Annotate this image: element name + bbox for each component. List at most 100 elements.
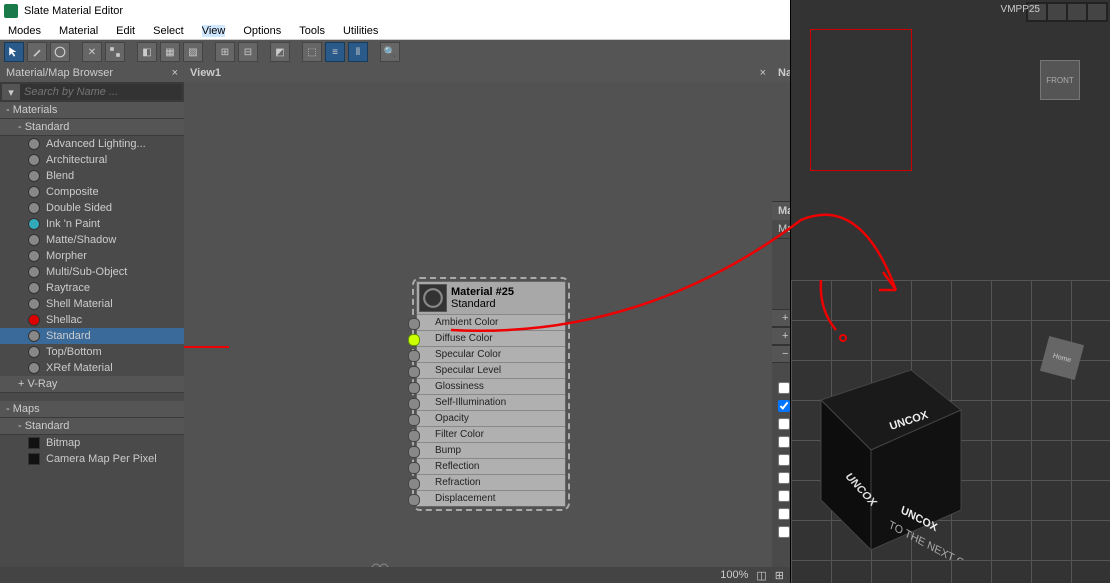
material-swatch-icon <box>28 314 40 326</box>
material-item-composite[interactable]: Composite <box>0 184 184 200</box>
map-swatch-icon <box>28 437 40 449</box>
material-node[interactable]: Material #25 Standard Ambient ColorDiffu… <box>412 277 570 511</box>
map-swatch-icon <box>28 453 40 465</box>
material-swatch-icon <box>28 298 40 310</box>
material-item-label: Multi/Sub-Object <box>46 266 127 278</box>
browser-close-icon[interactable]: × <box>172 67 178 79</box>
vp-tool-2[interactable] <box>1048 4 1066 20</box>
menu-material[interactable]: Material <box>59 25 98 37</box>
node-slot-bump[interactable]: Bump <box>417 442 565 458</box>
menu-tools[interactable]: Tools <box>299 25 325 37</box>
map-checkbox[interactable] <box>778 436 790 448</box>
group-vray[interactable]: + V-Ray <box>0 376 184 393</box>
node-slot-glossiness[interactable]: Glossiness <box>417 378 565 394</box>
material-item-label: Advanced Lighting... <box>46 138 146 150</box>
material-swatch-icon <box>28 234 40 246</box>
search-button[interactable]: 🔍 <box>380 42 400 62</box>
material-item-standard[interactable]: Standard <box>0 328 184 344</box>
menu-view[interactable]: View <box>202 25 226 37</box>
map-checkbox[interactable] <box>778 526 790 538</box>
material-item-xref-material[interactable]: XRef Material <box>0 360 184 376</box>
menu-options[interactable]: Options <box>243 25 281 37</box>
layout-children-button[interactable]: ⊟ <box>238 42 258 62</box>
layout-all-button[interactable]: ⊞ <box>215 42 235 62</box>
material-swatch-icon <box>28 250 40 262</box>
map-checkbox[interactable] <box>778 472 790 484</box>
material-item-label: Shellac <box>46 314 82 326</box>
vp-tool-3[interactable] <box>1068 4 1086 20</box>
mat-id-button[interactable]: ◩ <box>270 42 290 62</box>
material-swatch-icon <box>28 202 40 214</box>
map-item-camera-map-per-pixel[interactable]: Camera Map Per Pixel <box>0 451 184 467</box>
status-bar: 100% ◫ ⊞ <box>0 567 790 583</box>
node-slot-opacity[interactable]: Opacity <box>417 410 565 426</box>
material-item-label: Raytrace <box>46 282 90 294</box>
viewcube-front[interactable]: FRONT <box>1040 60 1080 100</box>
bottom-icon-2[interactable]: ⊞ <box>775 569 784 582</box>
scene-cube[interactable]: UNCOX UNCOX UNCOX TO THE NEXT GEN <box>801 320 981 560</box>
material-item-blend[interactable]: Blend <box>0 168 184 184</box>
menu-utilities[interactable]: Utilities <box>343 25 378 37</box>
view-close-icon[interactable]: × <box>760 67 766 79</box>
material-item-label: Composite <box>46 186 99 198</box>
menu-edit[interactable]: Edit <box>116 25 135 37</box>
node-slot-displacement[interactable]: Displacement <box>417 490 565 506</box>
lay-horizontal-button[interactable]: ≡ <box>325 42 345 62</box>
show-background-button[interactable]: ▨ <box>183 42 203 62</box>
pick-material-button[interactable] <box>27 42 47 62</box>
node-slot-reflection[interactable]: Reflection <box>417 458 565 474</box>
node-slot-self-illumination[interactable]: Self-Illumination <box>417 394 565 410</box>
material-swatch-icon <box>28 138 40 150</box>
material-item-advanced-lighting-[interactable]: Advanced Lighting... <box>0 136 184 152</box>
bottom-icon-1[interactable]: ◫ <box>756 569 766 582</box>
map-checkbox[interactable] <box>778 508 790 520</box>
node-slot-diffuse-color[interactable]: Diffuse Color <box>417 330 565 346</box>
material-swatch-icon <box>28 346 40 358</box>
search-options-button[interactable]: ▾ <box>2 84 20 100</box>
view-canvas[interactable]: Material #25 Standard Ambient ColorDiffu… <box>184 82 772 583</box>
vp-tool-4[interactable] <box>1088 4 1106 20</box>
browser-tree: - Materials - Standard Advanced Lighting… <box>0 102 184 583</box>
node-slot-refraction[interactable]: Refraction <box>417 474 565 490</box>
move-children-button[interactable] <box>105 42 125 62</box>
group-materials[interactable]: - Materials <box>0 102 184 119</box>
3d-viewport[interactable]: VMPP25 FRONT UNCOX UNCOX UNCOX TO THE NE… <box>790 0 1110 583</box>
material-item-raytrace[interactable]: Raytrace <box>0 280 184 296</box>
assign-material-button[interactable] <box>50 42 70 62</box>
browser-header: Material/Map Browser× <box>0 64 184 82</box>
select-tool-button[interactable] <box>4 42 24 62</box>
search-input[interactable] <box>20 84 182 100</box>
map-checkbox[interactable] <box>778 418 790 430</box>
material-item-matte-shadow[interactable]: Matte/Shadow <box>0 232 184 248</box>
hide-unused-button[interactable]: ◧ <box>137 42 157 62</box>
menu-modes[interactable]: Modes <box>8 25 41 37</box>
material-item-top-bottom[interactable]: Top/Bottom <box>0 344 184 360</box>
node-slot-specular-color[interactable]: Specular Color <box>417 346 565 362</box>
material-item-architectural[interactable]: Architectural <box>0 152 184 168</box>
group-maps[interactable]: - Maps <box>0 401 184 418</box>
group-standard[interactable]: - Standard <box>0 119 184 136</box>
map-item-label: Camera Map Per Pixel <box>46 453 157 465</box>
node-slot-filter-color[interactable]: Filter Color <box>417 426 565 442</box>
map-item-bitmap[interactable]: Bitmap <box>0 435 184 451</box>
material-item-shell-material[interactable]: Shell Material <box>0 296 184 312</box>
material-swatch-icon <box>28 218 40 230</box>
select-by-material-button[interactable]: ⬚ <box>302 42 322 62</box>
material-item-label: Top/Bottom <box>46 346 102 358</box>
material-item-morpher[interactable]: Morpher <box>0 248 184 264</box>
node-slot-ambient-color[interactable]: Ambient Color <box>417 314 565 330</box>
material-item-multi-sub-object[interactable]: Multi/Sub-Object <box>0 264 184 280</box>
group-maps-standard[interactable]: - Standard <box>0 418 184 435</box>
map-checkbox[interactable] <box>778 400 790 412</box>
lay-vertical-button[interactable]: ⫴ <box>348 42 368 62</box>
material-item-double-sided[interactable]: Double Sided <box>0 200 184 216</box>
material-item-ink-n-paint[interactable]: Ink 'n Paint <box>0 216 184 232</box>
map-checkbox[interactable] <box>778 490 790 502</box>
map-checkbox[interactable] <box>778 382 790 394</box>
map-checkbox[interactable] <box>778 454 790 466</box>
material-item-shellac[interactable]: Shellac <box>0 312 184 328</box>
menu-select[interactable]: Select <box>153 25 184 37</box>
node-slot-specular-level[interactable]: Specular Level <box>417 362 565 378</box>
delete-button[interactable]: ✕ <box>82 42 102 62</box>
show-map-button[interactable]: ▦ <box>160 42 180 62</box>
